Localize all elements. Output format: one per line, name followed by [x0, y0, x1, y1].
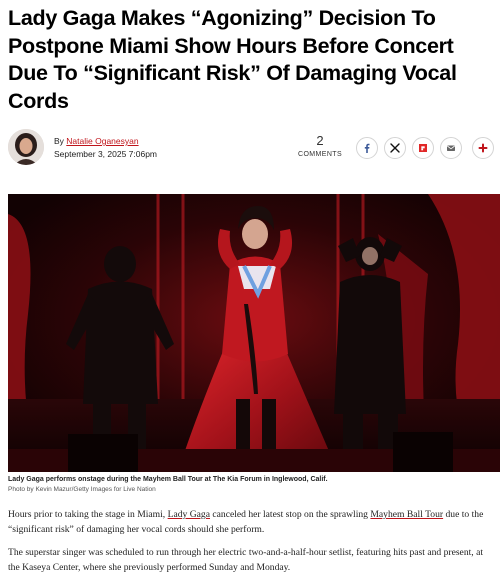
image-credit: Photo by Kevin Mazur/Getty Images for Li…: [8, 486, 156, 493]
share-more-button[interactable]: [472, 137, 494, 159]
article-paragraph-1: Hours prior to taking the stage in Miami…: [8, 507, 496, 537]
x-icon: [390, 143, 400, 153]
share-email-button[interactable]: [440, 137, 462, 159]
share-x-button[interactable]: [384, 137, 406, 159]
author-avatar[interactable]: [8, 129, 44, 165]
image-caption: Lady Gaga performs onstage during the Ma…: [8, 476, 328, 483]
lady-gaga-link[interactable]: Lady Gaga: [168, 509, 210, 520]
more-icon: [478, 143, 488, 153]
share-flipboard-button[interactable]: [412, 137, 434, 159]
article-headline: Lady Gaga Makes “Agonizing” Decision To …: [8, 6, 457, 113]
concert-photo: [8, 194, 500, 472]
comments-label: COMMENTS: [297, 151, 343, 158]
facebook-icon: [364, 143, 370, 153]
hero-image[interactable]: [8, 194, 500, 472]
comments-link[interactable]: 2 COMMENTS: [292, 133, 348, 159]
byline-prefix: By: [54, 136, 64, 146]
flipboard-icon: [419, 144, 427, 152]
mayhem-ball-tour-link[interactable]: Mayhem Ball Tour: [370, 509, 443, 520]
publish-date: September 3, 2025 7:06pm: [54, 149, 158, 159]
comments-count: 2: [316, 133, 324, 148]
author-link[interactable]: Natalie Oganesyan: [66, 136, 138, 146]
para1-text-a: Hours prior to taking the stage in Miami…: [8, 509, 166, 520]
share-facebook-button[interactable]: [356, 137, 378, 159]
email-icon: [447, 145, 455, 151]
byline: By Natalie Oganesyan: [54, 136, 139, 146]
article-paragraph-2: The superstar singer was scheduled to ru…: [8, 547, 484, 573]
author-photo: [8, 129, 44, 165]
para1-text-b: canceled her latest stop on the sprawlin…: [212, 509, 368, 520]
